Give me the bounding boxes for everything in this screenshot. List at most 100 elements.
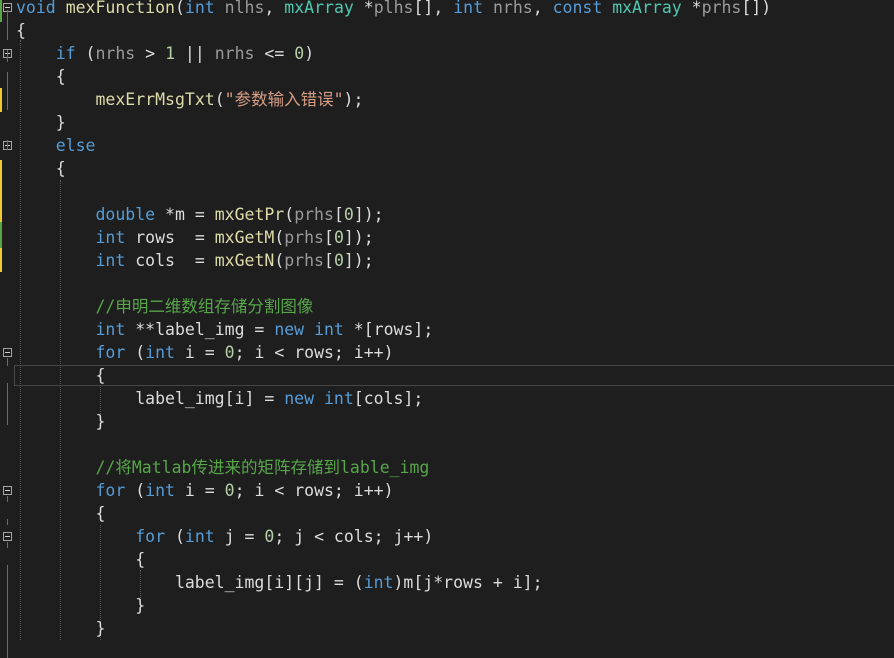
- code-line-23[interactable]: {: [16, 502, 105, 525]
- code-token: {: [16, 366, 106, 385]
- code-line-14[interactable]: //申明二维数组存储分割图像: [16, 295, 313, 318]
- code-token: j =: [214, 527, 265, 546]
- fold-guide-line: [7, 542, 8, 548]
- code-token: {: [16, 159, 66, 178]
- code-token: i =: [174, 481, 225, 500]
- code-token: mxArray: [612, 0, 682, 17]
- code-line-10[interactable]: double *m = mxGetPr(prhs[0]);: [16, 203, 384, 226]
- code-token: nrhs: [95, 44, 136, 63]
- code-token: (: [75, 44, 96, 63]
- code-token: for: [95, 481, 126, 500]
- code-line-19[interactable]: }: [16, 410, 105, 433]
- collapse-icon[interactable]: [3, 348, 12, 357]
- code-line-7[interactable]: else: [16, 134, 96, 157]
- code-line-8[interactable]: {: [16, 157, 66, 180]
- code-token: }: [16, 412, 106, 431]
- code-token: ]);: [343, 228, 374, 247]
- code-token: );: [343, 90, 364, 109]
- change-tracking-bar: [0, 222, 2, 248]
- code-token: rows =: [125, 228, 215, 247]
- code-token: }: [16, 619, 106, 638]
- fold-guide-line: [7, 519, 8, 525]
- code-line-3[interactable]: if (nrhs > 1 || nrhs <= 0): [16, 42, 314, 65]
- code-token: []): [741, 0, 772, 17]
- code-line-4[interactable]: {: [16, 65, 66, 88]
- code-line-11[interactable]: int rows = mxGetM(prhs[0]);: [16, 226, 374, 249]
- code-line-15[interactable]: int **label_img = new int *[rows];: [16, 318, 433, 341]
- code-token: *: [681, 0, 702, 17]
- code-line-12[interactable]: int cols = mxGetN(prhs[0]);: [16, 249, 373, 272]
- change-tracking-bar: [0, 88, 2, 112]
- code-editor[interactable]: void mexFunction(int nlhs, mxArray *plhs…: [0, 0, 894, 658]
- code-token: nrhs: [492, 0, 533, 17]
- code-token: prhs: [701, 0, 742, 17]
- code-token: {: [16, 67, 66, 86]
- code-token: int: [314, 320, 344, 339]
- collapse-icon[interactable]: [3, 486, 12, 495]
- code-token: mxGetN: [214, 251, 275, 270]
- code-token: mxGetPr: [214, 205, 285, 224]
- code-line-2[interactable]: {: [16, 19, 26, 42]
- code-token: [: [324, 228, 334, 247]
- code-token: *[rows];: [343, 320, 434, 339]
- code-token: int: [323, 389, 354, 408]
- code-line-1[interactable]: void mexFunction(int nlhs, mxArray *plhs…: [16, 0, 771, 19]
- code-token: void: [16, 0, 56, 17]
- code-token: {: [16, 21, 26, 40]
- code-token: int: [184, 527, 215, 546]
- code-line-27[interactable]: }: [16, 594, 145, 617]
- code-token: 0: [294, 44, 305, 63]
- code-line-21[interactable]: //将Matlab传进来的矩阵存储到lable_img: [16, 456, 429, 479]
- change-tracking-bar: [0, 160, 2, 222]
- code-line-28[interactable]: }: [16, 617, 105, 640]
- collapse-icon[interactable]: [3, 532, 12, 541]
- code-token: int: [363, 573, 394, 592]
- code-token: int: [184, 0, 215, 17]
- code-token: [],: [413, 0, 454, 17]
- code-token: cols =: [125, 251, 215, 270]
- code-token: (: [274, 228, 285, 247]
- code-token: 0: [333, 228, 344, 247]
- code-line-16[interactable]: for (int i = 0; i < rows; i++): [16, 341, 394, 364]
- change-tracking-bar: [0, 248, 2, 272]
- code-line-18[interactable]: label_img[i] = new int[cols];: [16, 387, 423, 410]
- code-token: 0: [264, 527, 275, 546]
- code-token: [: [333, 205, 344, 224]
- fold-guide-line: [7, 358, 8, 366]
- code-token: ): [304, 44, 315, 63]
- current-line-highlight: [14, 365, 894, 386]
- code-token: (: [125, 481, 146, 500]
- code-token: *: [353, 0, 374, 17]
- code-token: (: [125, 343, 146, 362]
- code-line-26[interactable]: label_img[i][j] = (int)m[j*rows + i];: [16, 571, 543, 594]
- code-token: {: [16, 504, 106, 523]
- code-token: ]);: [353, 205, 384, 224]
- code-token: mxGetM: [214, 228, 275, 247]
- code-token: double: [95, 205, 156, 224]
- code-token: prhs: [284, 251, 324, 270]
- code-token: int: [453, 0, 484, 17]
- code-line-25[interactable]: {: [16, 548, 145, 571]
- code-line-24[interactable]: for (int j = 0; j < cols; j++): [16, 525, 433, 548]
- code-token: ; i < rows; i++): [234, 343, 394, 362]
- code-token: mxArray: [284, 0, 354, 17]
- code-token: prhs: [284, 228, 324, 247]
- code-token: ||: [175, 44, 215, 63]
- code-line-5[interactable]: mexErrMsgTxt("参数输入错误");: [16, 88, 363, 111]
- code-line-22[interactable]: for (int i = 0; i < rows; i++): [16, 479, 393, 502]
- code-token: )m[j*rows + i];: [393, 573, 543, 592]
- code-token: [: [324, 251, 334, 270]
- code-line-17[interactable]: {: [16, 364, 105, 387]
- code-line-6[interactable]: }: [16, 111, 66, 134]
- code-token: ; j < cols; j++): [274, 527, 434, 546]
